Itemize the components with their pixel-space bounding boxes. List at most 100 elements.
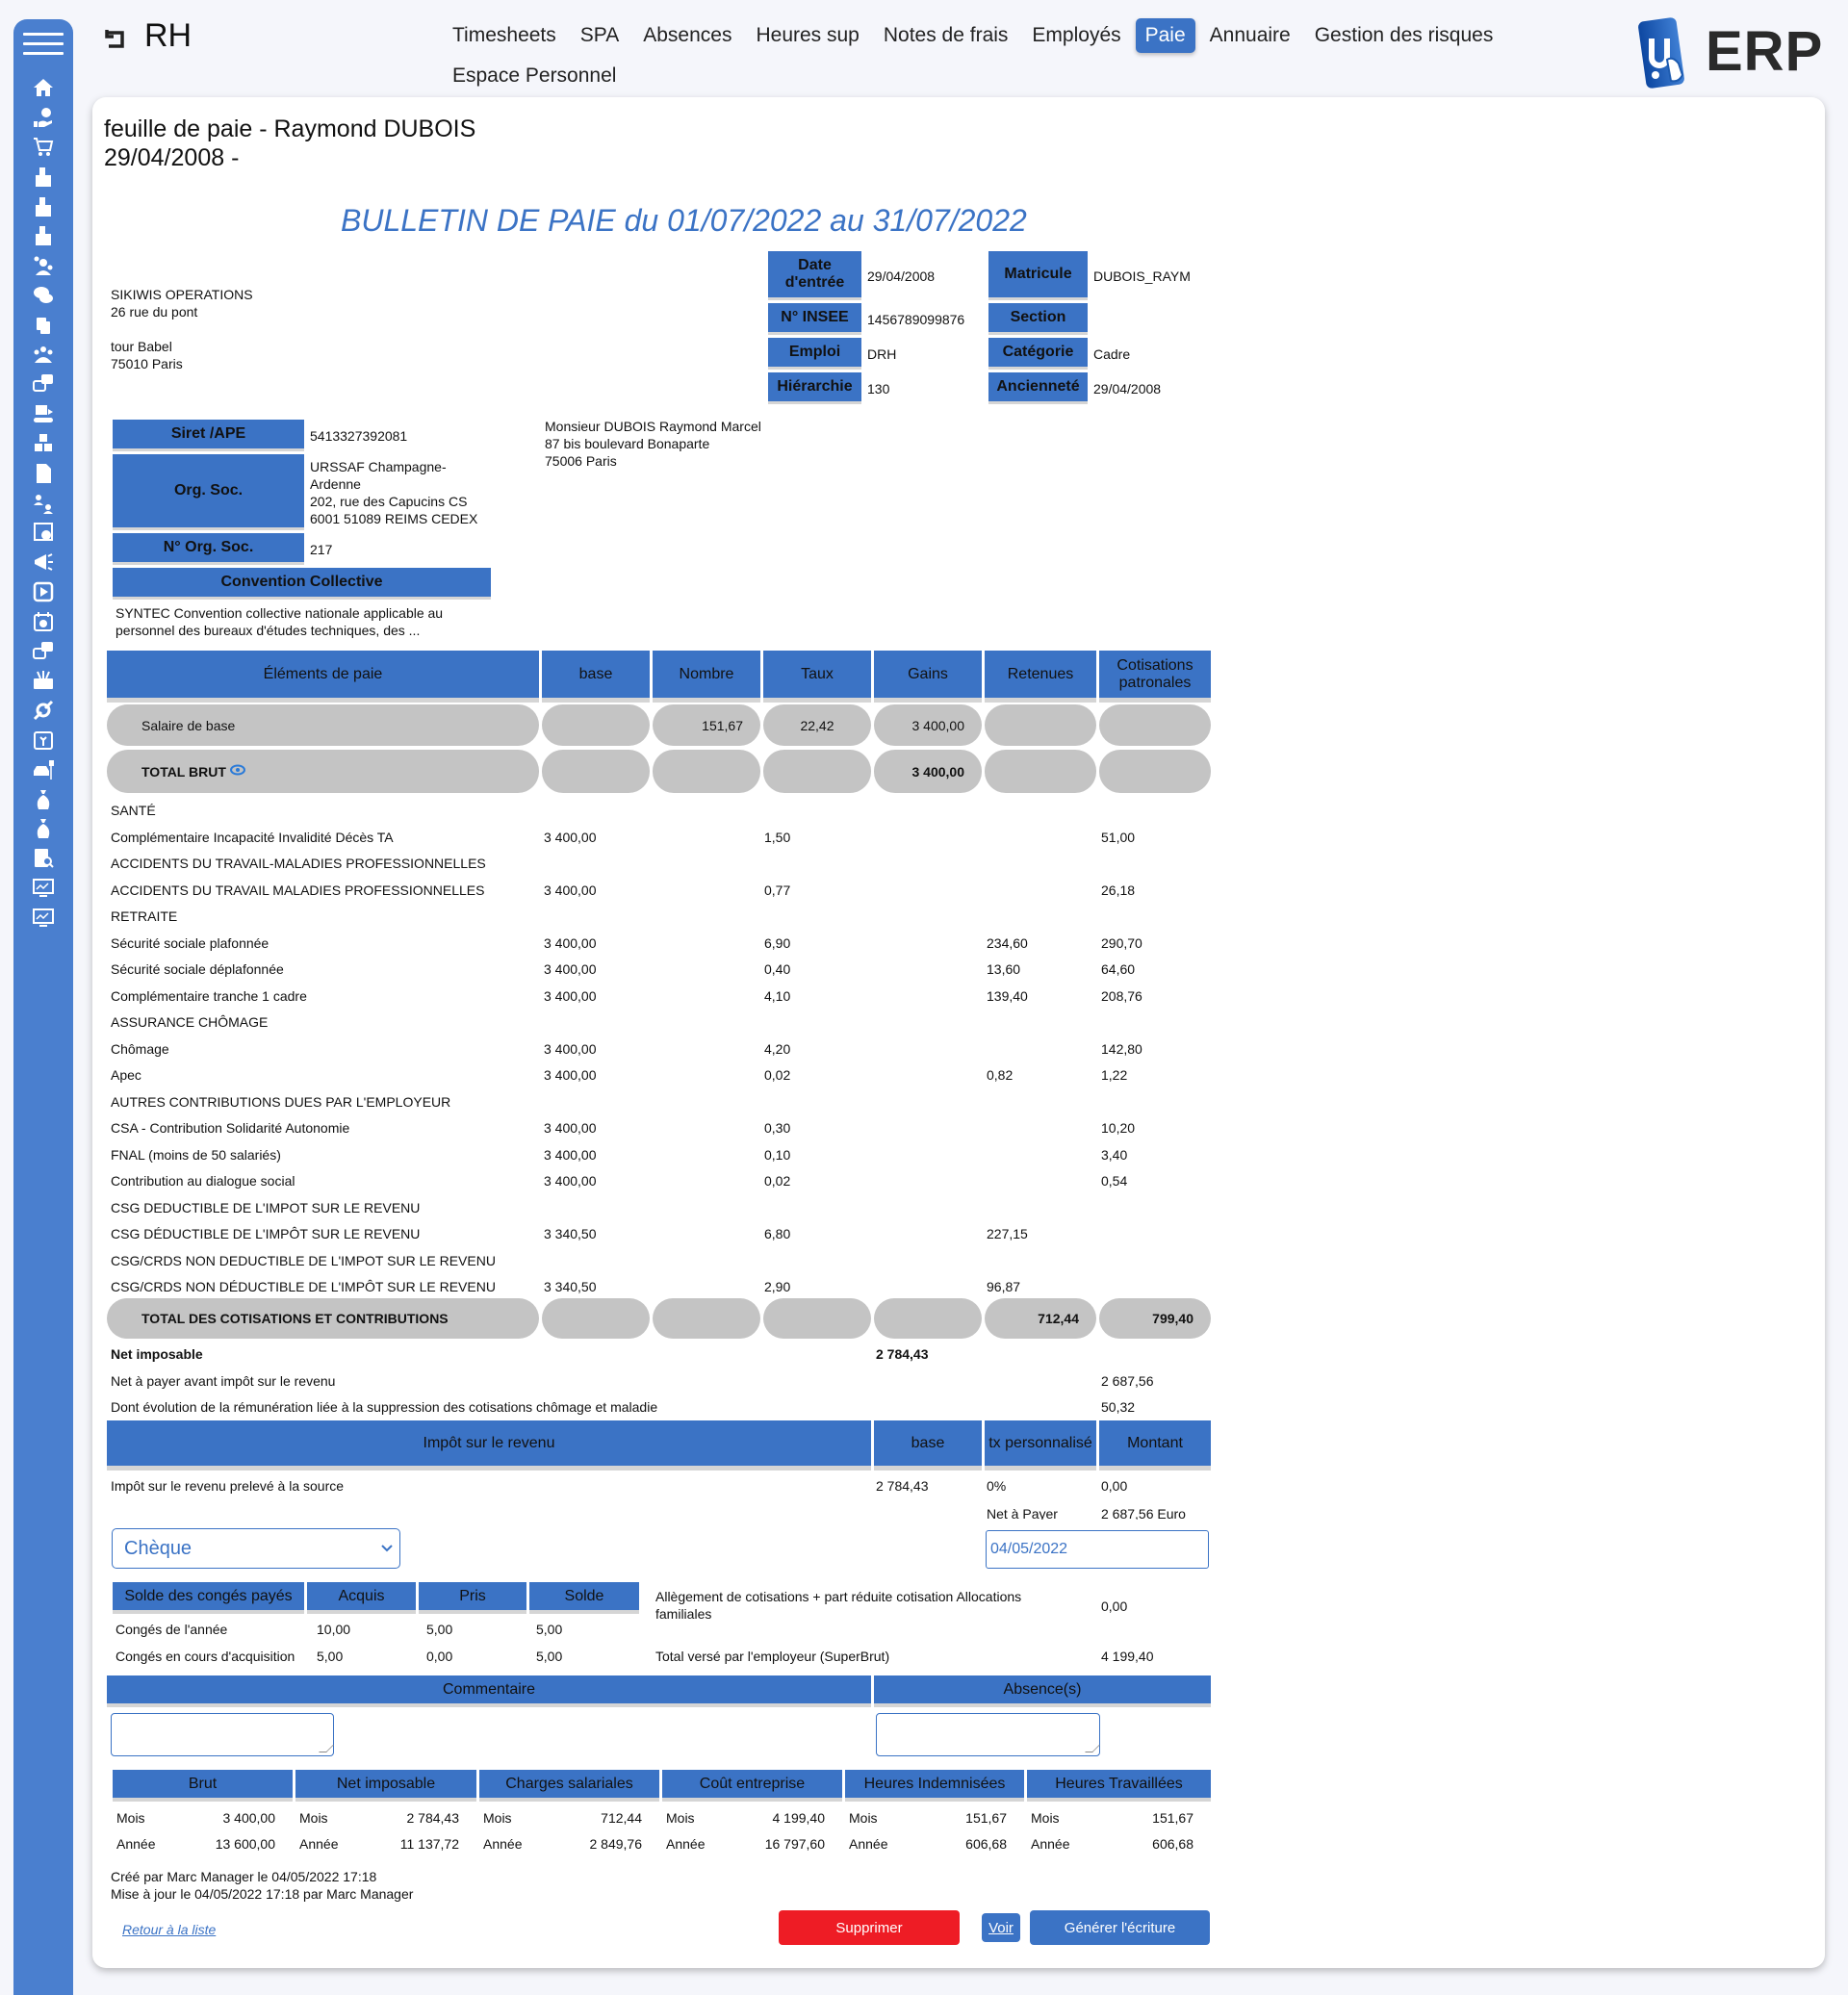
convention-line: SYNTEC Convention collective nationale a… — [116, 605, 444, 621]
net-imposable-row: Net imposable 2 784,43 — [111, 1342, 1227, 1368]
org-soc-label: Org. Soc. — [113, 454, 304, 530]
absences-textarea[interactable] — [876, 1713, 1100, 1756]
sidebar-item[interactable] — [13, 606, 73, 636]
nav-tab-espace-personnel[interactable]: Espace Personnel — [443, 59, 626, 93]
sidebar-item[interactable] — [13, 666, 73, 696]
page-title-line2: 29/04/2008 - — [104, 144, 240, 171]
nav-tab-spa[interactable]: SPA — [571, 18, 629, 53]
contribution-patronales: 0,54 — [1101, 1173, 1128, 1189]
contribution-row: SANTÉ — [111, 797, 1227, 824]
nav-tab-employ-s[interactable]: Employés — [1022, 18, 1130, 53]
sidebar-item[interactable] — [13, 429, 73, 459]
siret-value: 5413327392081 — [310, 427, 408, 444]
sidebar-item[interactable] — [13, 874, 73, 904]
net-imposable-label: Net imposable — [111, 1346, 203, 1362]
hamburger-menu-button[interactable] — [23, 33, 64, 56]
building-icon — [36, 226, 51, 246]
contribution-row: Sécurité sociale plafonnée 3 400,00 6,90 23… — [111, 930, 1227, 957]
nav-tab-heures-sup[interactable]: Heures sup — [746, 18, 868, 53]
total-brut-gains: 3 400,00 — [874, 750, 982, 793]
sidebar-item[interactable] — [13, 281, 73, 311]
net-a-payer-label: Net à Payer — [987, 1505, 1058, 1520]
salaire-nombre: 151,67 — [653, 704, 760, 746]
money-bag-icon — [37, 789, 50, 809]
contribution-base: 3 400,00 — [544, 987, 597, 1004]
sidebar-item[interactable] — [13, 814, 73, 844]
net-a-payer-value: 2 687,56 Euro — [1101, 1505, 1186, 1520]
contribution-label: ACCIDENTS DU TRAVAIL MALADIES PROFESSION… — [111, 882, 485, 898]
logo[interactable]: ERP — [1638, 13, 1827, 90]
insee-label: N° INSEE — [768, 303, 861, 335]
delete-button[interactable]: Supprimer — [779, 1910, 960, 1945]
contribution-row: CSG DEDUCTIBLE DE L'IMPOT SUR LE REVENU — [111, 1194, 1227, 1221]
total-brut-retenues — [985, 750, 1096, 793]
help-chat-icon — [33, 374, 53, 393]
generate-entry-button[interactable]: Générer l'écriture — [1030, 1910, 1210, 1945]
contribution-taux: 6,90 — [764, 934, 791, 951]
convention-line: personnel des bureaux d'études technique… — [116, 623, 421, 638]
sidebar-item[interactable] — [13, 399, 73, 429]
contribution-retenues: 96,87 — [987, 1279, 1021, 1294]
sidebar-item[interactable] — [13, 221, 73, 251]
help-chat-icon — [33, 641, 53, 659]
monitor-chart-icon — [33, 878, 54, 897]
sidebar-item[interactable] — [13, 755, 73, 784]
sidebar-item[interactable] — [13, 340, 73, 370]
sidebar-item[interactable] — [13, 903, 73, 933]
back-arrow-icon[interactable] — [103, 26, 128, 51]
sidebar-item[interactable] — [13, 488, 73, 518]
payment-date-input[interactable]: 04/05/2022 — [986, 1530, 1209, 1569]
contribution-taux: 0,40 — [764, 961, 791, 977]
sidebar-item[interactable] — [13, 103, 73, 133]
sidebar-item[interactable] — [13, 548, 73, 577]
col-header-taux: Taux — [763, 651, 871, 703]
sidebar-item[interactable] — [13, 251, 73, 281]
nav-tab-paie[interactable]: Paie — [1135, 18, 1195, 53]
contribution-row: CSA - Contribution Solidarité Autonomie 3… — [111, 1114, 1227, 1141]
impot-header-base: base — [874, 1420, 982, 1471]
sidebar-item[interactable] — [13, 310, 73, 340]
sidebar-item[interactable] — [13, 458, 73, 488]
view-button[interactable]: Voir — [982, 1913, 1020, 1942]
sidebar-item[interactable] — [13, 518, 73, 548]
employee-address: Monsieur DUBOIS Raymond Marcel 87 bis bo… — [545, 418, 761, 470]
sidebar-item[interactable] — [13, 844, 73, 874]
app-title: RH — [144, 17, 192, 54]
sidebar-item[interactable] — [13, 726, 73, 755]
company-name: SIKIWIS OPERATIONS — [111, 287, 253, 302]
col-header-cotisations: Cotisations patronales — [1099, 651, 1211, 703]
eye-icon[interactable] — [229, 764, 245, 776]
contribution-base: 3 400,00 — [544, 1120, 597, 1136]
nav-tab-annuaire[interactable]: Annuaire — [1200, 18, 1300, 53]
impot-row: Impôt sur le revenu prelevé à la source … — [111, 1473, 1227, 1500]
back-to-list-link[interactable]: Retour à la liste — [122, 1922, 216, 1937]
sidebar-item[interactable] — [13, 133, 73, 163]
sidebar-item[interactable] — [13, 370, 73, 399]
summary-header: Heures Travaillées — [1027, 1770, 1211, 1802]
commentaire-textarea[interactable] — [111, 1713, 334, 1756]
sidebar-item[interactable] — [13, 577, 73, 607]
sidebar-item[interactable] — [13, 696, 73, 726]
sidebar-item[interactable] — [13, 192, 73, 221]
megaphone-icon — [35, 553, 53, 572]
net-section: Net imposable 2 784,43 Net à payer avant… — [111, 1342, 1227, 1421]
sidebar-item[interactable] — [13, 162, 73, 192]
payment-method-select[interactable]: Chèque — [112, 1528, 400, 1569]
contribution-taux: 6,80 — [764, 1226, 791, 1241]
nav-tab-timesheets[interactable]: Timesheets — [443, 18, 566, 53]
summary-mois-value: 2 784,43 — [406, 1810, 460, 1826]
contribution-taux: 0,30 — [764, 1120, 791, 1136]
summary-annee-value: 606,68 — [965, 1836, 1007, 1852]
insee-value: 1456789099876 — [867, 311, 965, 327]
impot-base: 2 784,43 — [876, 1478, 929, 1494]
sidebar-item[interactable] — [13, 73, 73, 103]
contribution-label: Contribution au dialogue social — [111, 1173, 295, 1189]
file-icon — [37, 463, 51, 483]
contribution-label: ACCIDENTS DU TRAVAIL-MALADIES PROFESSION… — [111, 856, 486, 871]
sidebar-item[interactable] — [13, 784, 73, 814]
sidebar-item[interactable] — [13, 636, 73, 666]
nav-tab-notes-de-frais[interactable]: Notes de frais — [874, 18, 1018, 53]
total-brut-taux — [763, 750, 871, 793]
nav-tab-gestion-des-risques[interactable]: Gestion des risques — [1305, 18, 1503, 53]
nav-tab-absences[interactable]: Absences — [633, 18, 741, 53]
